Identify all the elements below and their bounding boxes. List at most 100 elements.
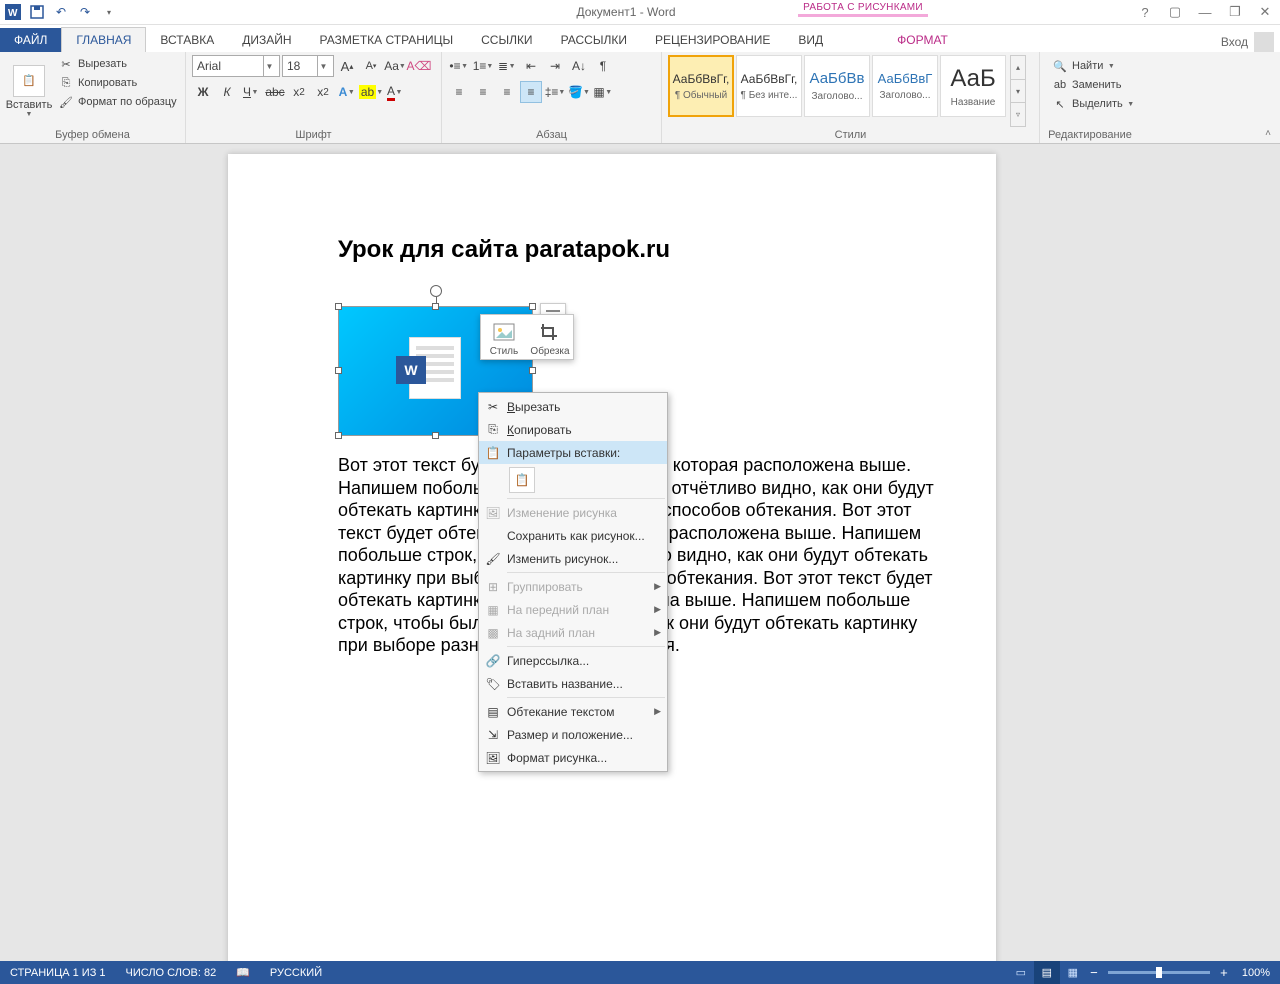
qat-customize-icon[interactable]: ▾ xyxy=(98,1,120,23)
restore-icon[interactable]: ❐ xyxy=(1220,0,1250,24)
text-effects-button[interactable]: A▼ xyxy=(336,81,358,103)
status-page[interactable]: СТРАНИЦА 1 ИЗ 1 xyxy=(0,961,116,984)
show-marks-button[interactable]: ¶ xyxy=(592,55,614,77)
clear-format-button[interactable]: A⌫ xyxy=(408,55,430,77)
italic-button[interactable]: К xyxy=(216,81,238,103)
mini-style-button[interactable]: Стиль xyxy=(481,315,527,359)
rotate-handle[interactable] xyxy=(430,285,442,297)
line-spacing-button[interactable]: ‡≡▼ xyxy=(544,81,566,103)
resize-handle[interactable] xyxy=(335,432,342,439)
cursor-icon: ↖ xyxy=(1052,96,1068,112)
find-button[interactable]: 🔍Найти▼ xyxy=(1050,57,1137,75)
align-center-button[interactable]: ≡ xyxy=(472,81,494,103)
bullets-button[interactable]: •≡▼ xyxy=(448,55,470,77)
status-word-count[interactable]: ЧИСЛО СЛОВ: 82 xyxy=(116,961,227,984)
align-left-button[interactable]: ≡ xyxy=(448,81,470,103)
styles-gallery-more[interactable]: ▴▾▿ xyxy=(1010,55,1026,127)
ctx-insert-caption[interactable]: 🏷Вставить название... xyxy=(479,672,667,695)
style-heading2[interactable]: АаБбВвГЗаголово... xyxy=(872,55,938,117)
tab-references[interactable]: ССЫЛКИ xyxy=(467,28,546,52)
strike-button[interactable]: abc xyxy=(264,81,286,103)
zoom-level[interactable]: 100% xyxy=(1232,967,1280,979)
style-no-spacing[interactable]: АаБбВвГг,¶ Без инте... xyxy=(736,55,802,117)
paste-option-picture[interactable]: 📋 xyxy=(509,467,535,493)
format-painter-button[interactable]: 🖌Формат по образцу xyxy=(56,93,179,111)
borders-button[interactable]: ▦▼ xyxy=(592,81,614,103)
zoom-out-button[interactable]: − xyxy=(1086,965,1102,980)
underline-button[interactable]: Ч▼ xyxy=(240,81,262,103)
ctx-copy[interactable]: ⎘Копировать xyxy=(479,418,667,441)
decrease-indent-button[interactable]: ⇤ xyxy=(520,55,542,77)
ribbon-display-icon[interactable]: ▢ xyxy=(1160,0,1190,24)
save-icon[interactable] xyxy=(26,1,48,23)
group-styles: АаБбВвГг,¶ Обычный АаБбВвГг,¶ Без инте..… xyxy=(662,52,1040,143)
view-web-icon[interactable]: ▦ xyxy=(1060,961,1086,984)
tab-format[interactable]: ФОРМАТ xyxy=(883,28,962,52)
view-read-icon[interactable]: ▭ xyxy=(1008,961,1034,984)
zoom-slider[interactable] xyxy=(1108,971,1210,974)
resize-handle[interactable] xyxy=(335,303,342,310)
ctx-size-position[interactable]: ⇲Размер и положение... xyxy=(479,723,667,746)
resize-handle[interactable] xyxy=(432,432,439,439)
zoom-in-button[interactable]: + xyxy=(1216,965,1232,980)
increase-indent-button[interactable]: ⇥ xyxy=(544,55,566,77)
ctx-save-as-picture[interactable]: Сохранить как рисунок... xyxy=(479,524,667,547)
multilevel-button[interactable]: ≣▼ xyxy=(496,55,518,77)
justify-button[interactable]: ≡ xyxy=(520,81,542,103)
tab-review[interactable]: РЕЦЕНЗИРОВАНИЕ xyxy=(641,28,784,52)
tab-mailings[interactable]: РАССЫЛКИ xyxy=(547,28,641,52)
mini-crop-button[interactable]: Обрезка xyxy=(527,315,573,359)
help-icon[interactable]: ? xyxy=(1130,0,1160,24)
ctx-edit-picture[interactable]: 🖌Изменить рисунок... xyxy=(479,547,667,570)
highlight-button[interactable]: ab▼ xyxy=(360,81,382,103)
tab-view[interactable]: ВИД xyxy=(784,28,837,52)
status-proofing-icon[interactable]: 📖 xyxy=(226,961,260,984)
undo-icon[interactable]: ↶ xyxy=(50,1,72,23)
redo-icon[interactable]: ↷ xyxy=(74,1,96,23)
tab-file[interactable]: ФАЙЛ xyxy=(0,28,61,52)
ctx-cut[interactable]: ✂Вырезать xyxy=(479,395,667,418)
select-button[interactable]: ↖Выделить▼ xyxy=(1050,95,1137,113)
bold-button[interactable]: Ж xyxy=(192,81,214,103)
chevron-down-icon[interactable]: ▼ xyxy=(263,56,275,76)
ctx-wrap-text[interactable]: ▤Обтекание текстом▶ xyxy=(479,700,667,723)
tab-page-layout[interactable]: РАЗМЕТКА СТРАНИЦЫ xyxy=(306,28,468,52)
minimize-icon[interactable]: — xyxy=(1190,0,1220,24)
sort-button[interactable]: A↓ xyxy=(568,55,590,77)
view-print-icon[interactable]: ▤ xyxy=(1034,961,1060,984)
collapse-ribbon-icon[interactable]: ˄ xyxy=(1260,125,1276,141)
superscript-button[interactable]: x2 xyxy=(312,81,334,103)
ctx-hyperlink[interactable]: 🔗Гиперссылка... xyxy=(479,649,667,672)
grow-font-button[interactable]: A▴ xyxy=(336,55,358,77)
ctx-format-picture[interactable]: 🖼Формат рисунка... xyxy=(479,746,667,769)
cut-button[interactable]: ✂Вырезать xyxy=(56,55,179,73)
chevron-down-icon[interactable]: ▼ xyxy=(317,56,329,76)
resize-handle[interactable] xyxy=(335,367,342,374)
style-normal[interactable]: АаБбВвГг,¶ Обычный xyxy=(668,55,734,117)
tab-design[interactable]: ДИЗАЙН xyxy=(228,28,305,52)
font-color-button[interactable]: A▼ xyxy=(384,81,406,103)
shrink-font-button[interactable]: A▾ xyxy=(360,55,382,77)
close-icon[interactable]: ✕ xyxy=(1250,0,1280,24)
change-case-button[interactable]: Aa▼ xyxy=(384,55,406,77)
resize-handle[interactable] xyxy=(529,303,536,310)
tab-home[interactable]: ГЛАВНАЯ xyxy=(61,27,146,52)
align-right-button[interactable]: ≡ xyxy=(496,81,518,103)
subscript-button[interactable]: x2 xyxy=(288,81,310,103)
resize-handle[interactable] xyxy=(529,367,536,374)
font-name-combo[interactable]: Arial▼ xyxy=(192,55,280,77)
paste-button[interactable]: 📋 Вставить ▼ xyxy=(6,55,52,127)
tab-insert[interactable]: ВСТАВКА xyxy=(146,28,228,52)
numbering-button[interactable]: 1≡▼ xyxy=(472,55,494,77)
status-language[interactable]: РУССКИЙ xyxy=(260,961,332,984)
replace-button[interactable]: abЗаменить xyxy=(1050,76,1137,94)
style-title[interactable]: АаБНазвание xyxy=(940,55,1006,117)
word-icon[interactable]: W xyxy=(2,1,24,23)
zoom-thumb[interactable] xyxy=(1156,967,1162,978)
copy-button[interactable]: ⎘Копировать xyxy=(56,74,179,92)
shading-button[interactable]: 🪣▼ xyxy=(568,81,590,103)
font-size-combo[interactable]: 18▼ xyxy=(282,55,334,77)
sign-in[interactable]: Вход xyxy=(1221,32,1280,52)
style-heading1[interactable]: АаБбВвЗаголово... xyxy=(804,55,870,117)
resize-handle[interactable] xyxy=(432,303,439,310)
